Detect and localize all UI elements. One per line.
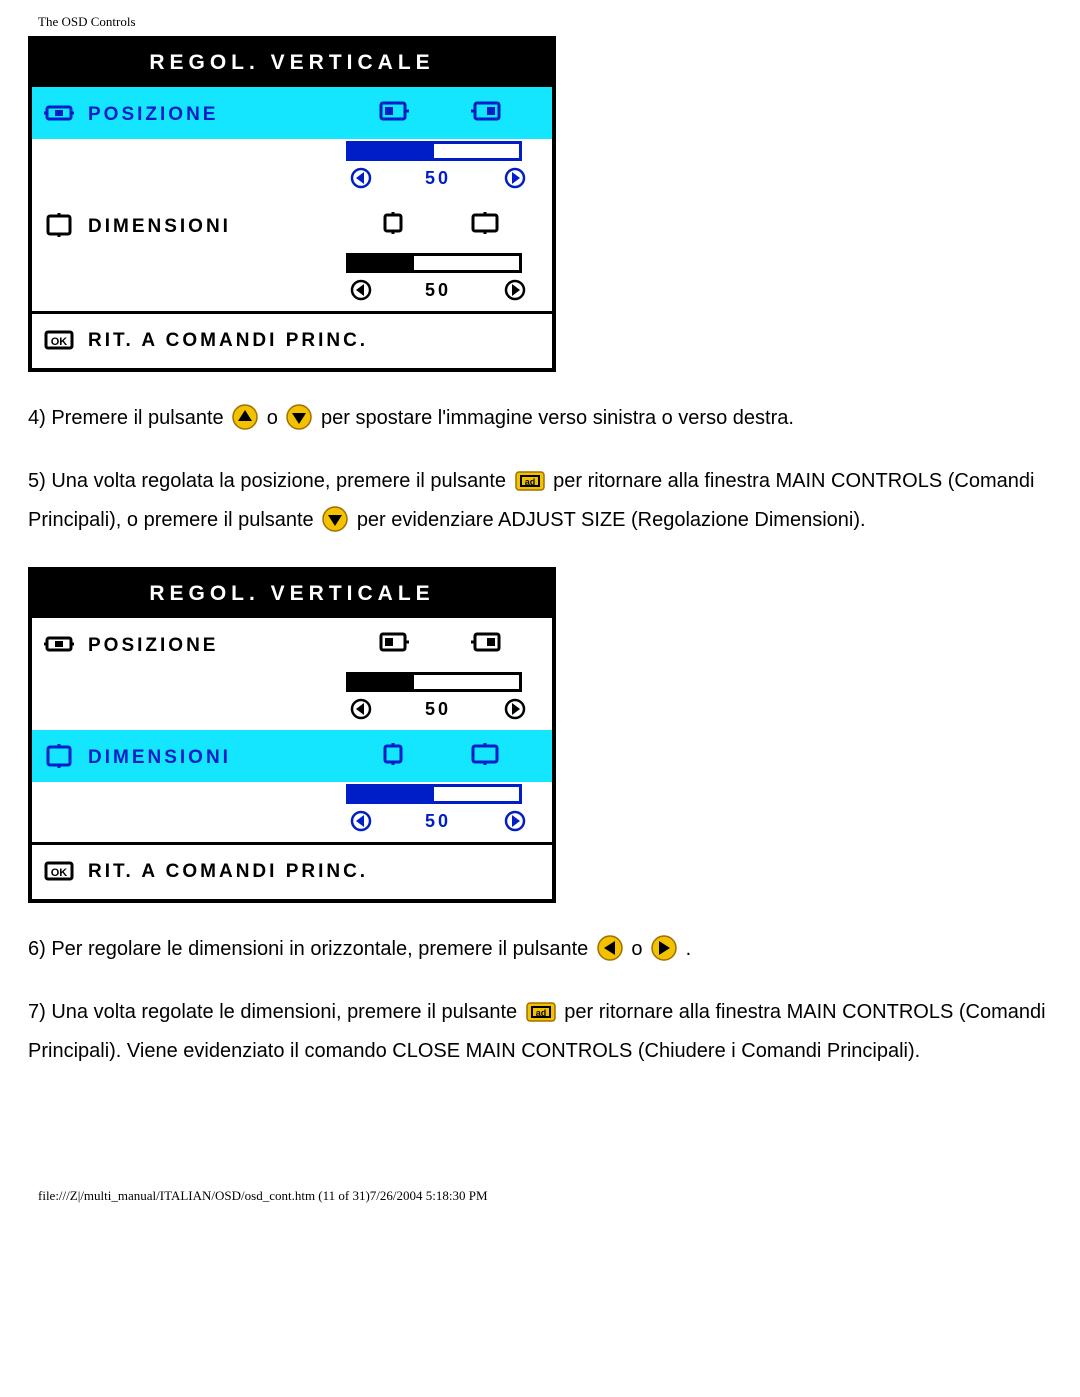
osd-panel-2: REGOL. VERTICALE POSIZIONE 50 <box>28 567 556 903</box>
arrow-right-icon[interactable] <box>504 279 526 301</box>
osd1-row-position: POSIZIONE <box>32 87 552 139</box>
osd2-dimensions-label: DIMENSIONI <box>88 748 231 767</box>
osd1-position-controls: 50 <box>32 139 552 199</box>
step-7: 7) Una volta regolate le dimensioni, pre… <box>28 996 1052 1068</box>
dim-wide-icon <box>471 742 497 764</box>
osd2-position-bar <box>346 672 522 692</box>
up-button-icon <box>232 404 258 441</box>
osd-panel-1: REGOL. VERTICALE POSIZIONE <box>28 36 556 372</box>
osd2-row-position: POSIZIONE <box>32 618 552 670</box>
arrow-right-icon[interactable] <box>504 167 526 189</box>
svg-text:ad: ad <box>535 1008 546 1018</box>
osd1-dimensions-controls: 50 <box>32 251 552 311</box>
dim-narrow-icon <box>379 211 405 233</box>
osd2-dimensions-controls: 50 <box>32 782 552 842</box>
osd2-row-dimensions: DIMENSIONI <box>32 730 552 782</box>
arrow-left-icon[interactable] <box>350 810 372 832</box>
down-button-icon <box>322 506 348 543</box>
osd1-footer[interactable]: RIT. A COMANDI PRINC. <box>32 314 552 368</box>
down-button-icon <box>286 404 312 441</box>
osd1-footer-label: RIT. A COMANDI PRINC. <box>88 331 368 350</box>
osd1-dimensions-value: 50 <box>425 281 451 299</box>
osd1-position-value: 50 <box>425 169 451 187</box>
osd1-position-label: POSIZIONE <box>88 105 218 124</box>
arrow-left-icon[interactable] <box>350 279 372 301</box>
pos-right-icon <box>471 630 497 652</box>
ok-icon <box>44 861 74 881</box>
osd1-title: REGOL. VERTICALE <box>32 40 552 87</box>
osd1-dimensions-label: DIMENSIONI <box>88 217 231 236</box>
p4a: 4) Premere il pulsante <box>28 407 229 429</box>
p5c: per evidenziare ADJUST SIZE (Regolazione… <box>357 509 866 531</box>
p6a: 6) Per regolare le dimensioni in orizzon… <box>28 938 594 960</box>
dimensions-icon <box>44 213 74 239</box>
p5a: 5) Una volta regolata la posizione, prem… <box>28 470 512 492</box>
osd2-title: REGOL. VERTICALE <box>32 571 552 618</box>
osd2-footer[interactable]: RIT. A COMANDI PRINC. <box>32 845 552 899</box>
osd1-position-bar <box>346 141 522 161</box>
left-button-icon <box>597 935 623 972</box>
p4b: o <box>267 407 284 429</box>
step-6: 6) Per regolare le dimensioni in orizzon… <box>28 933 1052 972</box>
p4c: per spostare l'immagine verso sinistra o… <box>321 407 794 429</box>
svg-text:ad: ad <box>524 477 535 487</box>
step-5: 5) Una volta regolata la posizione, prem… <box>28 465 1052 543</box>
arrow-right-icon[interactable] <box>504 810 526 832</box>
osd1-dimensions-bar <box>346 253 522 273</box>
ok-icon <box>44 330 74 350</box>
arrow-left-icon[interactable] <box>350 698 372 720</box>
osd2-position-controls: 50 <box>32 670 552 730</box>
p7a: 7) Una volta regolate le dimensioni, pre… <box>28 1001 523 1023</box>
step-4: 4) Premere il pulsante o per spostare l'… <box>28 402 1052 441</box>
osd1-row-dimensions: DIMENSIONI <box>32 199 552 251</box>
position-icon <box>44 101 74 127</box>
osd2-position-value: 50 <box>425 700 451 718</box>
dim-wide-icon <box>471 211 497 233</box>
dimensions-icon <box>44 744 74 770</box>
right-button-icon <box>651 935 677 972</box>
page-header: The OSD Controls <box>38 14 1052 30</box>
arrow-right-icon[interactable] <box>504 698 526 720</box>
osd2-dimensions-bar <box>346 784 522 804</box>
position-icon <box>44 632 74 658</box>
pos-left-icon <box>379 630 405 652</box>
p6b: o <box>631 938 648 960</box>
page-footer-path: file:///Z|/multi_manual/ITALIAN/OSD/osd_… <box>38 1188 1052 1204</box>
dim-narrow-icon <box>379 742 405 764</box>
osd2-dimensions-value: 50 <box>425 812 451 830</box>
pos-left-icon <box>379 99 405 121</box>
osd2-position-label: POSIZIONE <box>88 636 218 655</box>
arrow-left-icon[interactable] <box>350 167 372 189</box>
p6c: . <box>686 938 692 960</box>
ok-button-icon: ad <box>515 469 545 504</box>
osd2-footer-label: RIT. A COMANDI PRINC. <box>88 862 368 881</box>
ok-button-icon: ad <box>526 1000 556 1035</box>
pos-right-icon <box>471 99 497 121</box>
